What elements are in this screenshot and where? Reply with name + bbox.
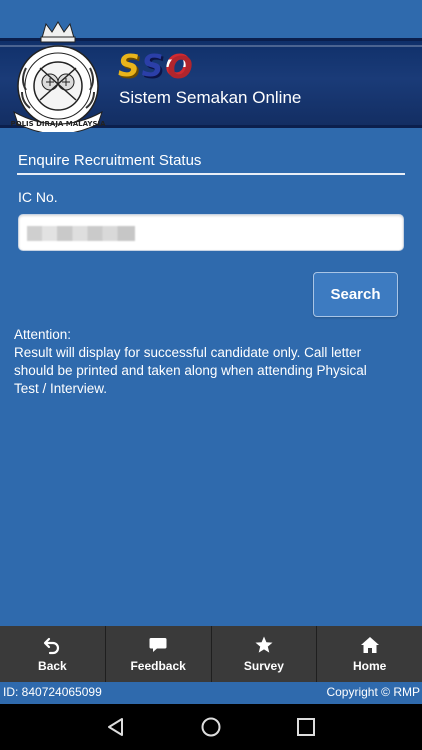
nav-recents-icon[interactable] [295, 716, 317, 738]
copyright-text: Copyright © RMP [326, 685, 420, 699]
undo-arrow-icon [44, 637, 60, 655]
tab-feedback[interactable]: Feedback [104, 626, 211, 682]
crest-ribbon-text: POLIS DIRAJA MALAYSIA [10, 120, 106, 128]
logo-letter: O [165, 49, 193, 84]
tab-label: Survey [243, 659, 284, 673]
star-icon [255, 636, 273, 653]
tab-label: Feedback [130, 659, 186, 673]
police-crest-logo: POLIS DIRAJA MALAYSIA [10, 21, 106, 132]
ic-field-label: IC No. [18, 189, 58, 205]
redacted-ic-value [27, 226, 135, 241]
section-title: Enquire Recruitment Status [18, 152, 202, 169]
attention-notice: Attention: Result will display for succe… [14, 326, 394, 398]
nav-back-icon[interactable] [105, 716, 127, 738]
logo-letter: S [141, 49, 166, 84]
attention-body: Result will display for successful candi… [14, 345, 367, 396]
tab-home[interactable]: Home [316, 626, 422, 682]
footer-strip: ID: 840724065099 Copyright © RMP [0, 682, 422, 704]
chat-bubble-icon [149, 638, 167, 652]
section-divider [17, 173, 405, 175]
search-button[interactable]: Search [313, 272, 398, 317]
tab-label: Back [38, 659, 67, 673]
tab-back[interactable]: Back [0, 626, 105, 682]
home-icon [360, 637, 379, 653]
tab-label: Home [352, 659, 387, 673]
ic-number-input[interactable] [18, 214, 404, 251]
tab-survey[interactable]: Survey [210, 626, 317, 682]
system-nav-bar [0, 704, 422, 750]
device-id-text: ID: 840724065099 [3, 685, 102, 699]
nav-home-icon[interactable] [200, 716, 222, 738]
bottom-tab-bar: Back Feedback Survey Home [0, 626, 422, 682]
attention-heading: Attention: [14, 327, 72, 342]
sso-logo: SSO [118, 52, 193, 82]
app-subtitle: Sistem Semakan Online [119, 88, 302, 107]
logo-letter: S [118, 49, 142, 84]
